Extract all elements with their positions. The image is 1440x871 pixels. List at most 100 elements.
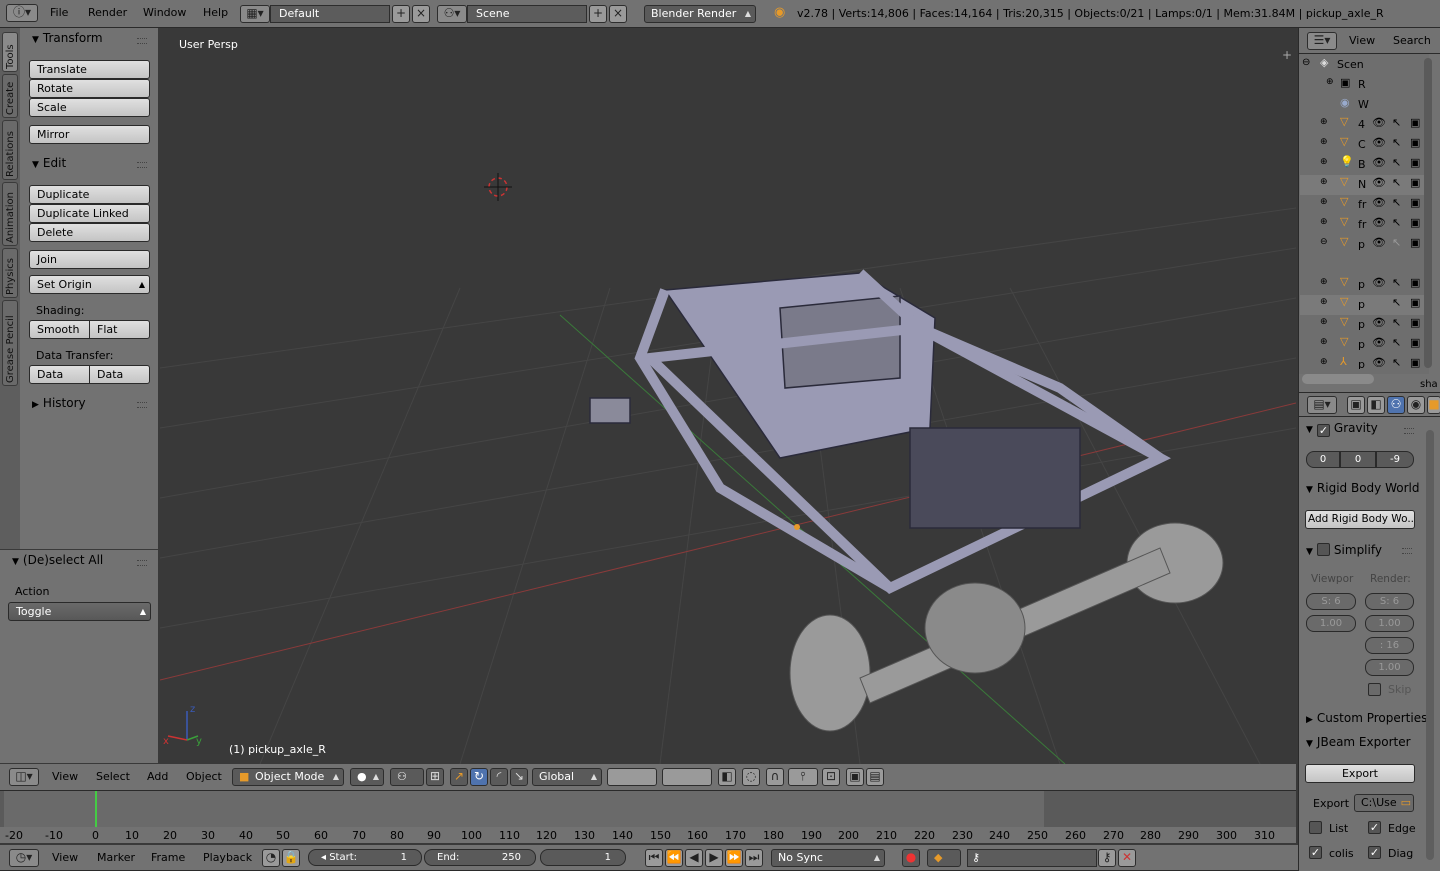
layout-selector-button[interactable]: ▦▾ xyxy=(240,5,270,23)
remove-layout-button[interactable]: × xyxy=(412,5,430,23)
rigid-body-world-panel-header[interactable]: ▼ Rigid Body World xyxy=(1306,481,1420,495)
action-dropdown[interactable]: Toggle ▲ xyxy=(8,602,151,621)
camera-icon[interactable]: ▣ xyxy=(1410,316,1420,329)
viewport-child-particles-field[interactable]: 1.00 xyxy=(1306,615,1356,632)
current-frame-indicator[interactable] xyxy=(95,791,97,827)
translate-button[interactable]: Translate xyxy=(29,60,150,79)
world-context-tab[interactable]: ◉ xyxy=(1407,396,1425,414)
rotate-button[interactable]: Rotate xyxy=(29,79,150,98)
panel-grip-icon[interactable] xyxy=(137,38,147,44)
render-still-button[interactable]: ▣ xyxy=(846,768,864,786)
outliner-row[interactable]: ⊖ ▽ p 👁 ↖ ▣ xyxy=(1300,235,1426,255)
panel-grip-icon[interactable] xyxy=(137,402,147,408)
scene-selector-button[interactable]: ⚇▾ xyxy=(437,5,467,23)
add-rigid-body-world-button[interactable]: Add Rigid Body Wo... xyxy=(1305,510,1415,529)
camera-icon[interactable]: ▣ xyxy=(1410,156,1420,169)
outliner-row[interactable]: ◉ W xyxy=(1300,95,1426,115)
menu-search[interactable]: Search xyxy=(1393,34,1431,47)
camera-icon[interactable]: ▣ xyxy=(1410,216,1420,229)
record-button[interactable]: ● xyxy=(902,849,920,867)
manipulator-extra-button[interactable]: ↘ xyxy=(510,768,528,786)
outliner-row[interactable]: ⊕ ▽ fr 👁 ↖ ▣ xyxy=(1300,215,1426,235)
layer-buttons-group-2[interactable] xyxy=(662,768,712,786)
menu-select[interactable]: Select xyxy=(96,770,130,783)
viewport-3d[interactable]: z y x User Persp (1) pickup_axle_R + xyxy=(160,28,1296,764)
cursor-icon[interactable]: ↖ xyxy=(1392,216,1401,229)
eye-icon[interactable]: 👁 xyxy=(1372,356,1386,369)
outliner-row[interactable]: ⊕ ▽ fr 👁 ↖ ▣ xyxy=(1300,195,1426,215)
remove-scene-button[interactable]: × xyxy=(609,5,627,23)
tab-create[interactable]: Create xyxy=(2,74,18,118)
render-child-particles-field[interactable]: 1.00 xyxy=(1365,615,1414,632)
next-keyframe-button[interactable]: ⏩ xyxy=(725,849,743,867)
outliner-row[interactable]: ⊕ ▣ R xyxy=(1300,75,1426,95)
cursor-icon[interactable]: ↖ xyxy=(1392,296,1401,309)
scene-name-field[interactable]: Scene xyxy=(467,5,587,23)
insert-keyframe-button[interactable]: ⚷ xyxy=(1098,849,1116,867)
play-reverse-button[interactable]: ◀ xyxy=(685,849,703,867)
outliner-scene-row[interactable]: ⊖ ◈ Scen xyxy=(1300,55,1426,75)
menu-object[interactable]: Object xyxy=(186,770,222,783)
properties-editor-type-button[interactable]: ▤▾ xyxy=(1307,396,1337,414)
smooth-shading-button[interactable]: Smooth xyxy=(29,320,90,339)
edge-checkbox[interactable]: ✓ xyxy=(1368,821,1381,834)
outliner-row[interactable]: ⊕ ▽ p 👁 ↖ ▣ xyxy=(1300,315,1426,335)
skip-quad-checkbox[interactable] xyxy=(1368,683,1381,696)
camera-icon[interactable]: ▣ xyxy=(1410,296,1420,309)
cursor-icon[interactable]: ↖ xyxy=(1392,196,1401,209)
translate-manipulator-button[interactable]: ↗ xyxy=(450,768,468,786)
object-mode-dropdown[interactable]: ■ Object Mode ▲ xyxy=(232,768,344,786)
tab-relations[interactable]: Relations xyxy=(2,120,18,180)
layer-buttons-group-1[interactable] xyxy=(607,768,657,786)
outliner-row[interactable]: ⊕ ▽ 4 👁 ↖ ▣ xyxy=(1300,115,1426,135)
jbeam-exporter-panel-header[interactable]: ▼ JBeam Exporter xyxy=(1306,735,1422,749)
end-frame-field[interactable]: End: 250 xyxy=(424,849,536,866)
eye-icon[interactable]: 👁 xyxy=(1372,116,1386,129)
tab-tools[interactable]: Tools xyxy=(2,32,18,72)
render-layers-context-tab[interactable]: ◧ xyxy=(1367,396,1385,414)
transform-panel-header[interactable]: ▼ Transform xyxy=(32,31,103,45)
prev-keyframe-button[interactable]: ⏪ xyxy=(665,849,683,867)
gravity-checkbox[interactable]: ✓ xyxy=(1316,424,1330,437)
render-texture-limit-field[interactable]: : 16 xyxy=(1365,637,1414,654)
outliner-row[interactable]: ⊕ 💡 B 👁 ↖ ▣ xyxy=(1300,155,1426,175)
custom-properties-panel-header[interactable]: ▶ Custom Properties xyxy=(1306,711,1426,725)
simplify-checkbox[interactable] xyxy=(1316,543,1330,556)
panel-grip-icon[interactable] xyxy=(1402,548,1412,554)
diag-checkbox[interactable]: ✓ xyxy=(1368,846,1381,859)
play-button[interactable]: ▶ xyxy=(705,849,723,867)
outliner-editor-type-button[interactable]: ☰▾ xyxy=(1307,32,1337,50)
lock-range-toggle[interactable]: 🔒 xyxy=(282,849,300,867)
camera-icon[interactable]: ▣ xyxy=(1410,176,1420,189)
viewport-shading-dropdown[interactable]: ● ▲ xyxy=(350,768,384,786)
eye-icon[interactable]: 👁 xyxy=(1372,236,1386,249)
snap-target-button[interactable]: ⊡ xyxy=(822,768,840,786)
history-panel-header[interactable]: ▶ History xyxy=(32,396,86,410)
properties-scrollbar[interactable] xyxy=(1426,430,1434,860)
snap-element-dropdown[interactable]: ⫯ xyxy=(788,768,818,786)
mirror-button[interactable]: Mirror xyxy=(29,125,150,144)
data-layout-button[interactable]: Data Layo xyxy=(89,365,150,384)
camera-icon[interactable]: ▣ xyxy=(1410,336,1420,349)
menu-window[interactable]: Window xyxy=(143,6,186,19)
snap-toggle-button[interactable]: ∩ xyxy=(766,768,784,786)
start-frame-field[interactable]: ◂ Start: 1 xyxy=(308,849,422,866)
add-layout-button[interactable]: + xyxy=(392,5,410,23)
menu-add[interactable]: Add xyxy=(147,770,168,783)
set-origin-dropdown[interactable]: Set Origin ▲ xyxy=(29,275,150,294)
plus-icon[interactable]: + xyxy=(1282,48,1292,62)
menu-frame[interactable]: Frame xyxy=(151,851,185,864)
scale-button[interactable]: Scale xyxy=(29,98,150,117)
tab-grease-pencil[interactable]: Grease Pencil xyxy=(2,300,18,386)
camera-icon[interactable]: ▣ xyxy=(1410,356,1420,369)
timeline-editor-type-button[interactable]: ◷▾ xyxy=(9,849,39,867)
cursor-icon[interactable]: ↖ xyxy=(1392,336,1401,349)
panel-grip-icon[interactable] xyxy=(137,560,147,566)
cursor-icon[interactable]: ↖ xyxy=(1392,156,1401,169)
render-engine-dropdown[interactable]: Blender Render ▲ xyxy=(644,5,756,23)
sync-mode-dropdown[interactable]: No Sync ▲ xyxy=(771,849,885,867)
outliner-horizontal-scrollbar[interactable] xyxy=(1302,374,1374,384)
jbeam-export-button[interactable]: Export xyxy=(1305,764,1415,783)
list-checkbox[interactable] xyxy=(1309,821,1322,834)
scale-manipulator-button[interactable]: ◜ xyxy=(490,768,508,786)
